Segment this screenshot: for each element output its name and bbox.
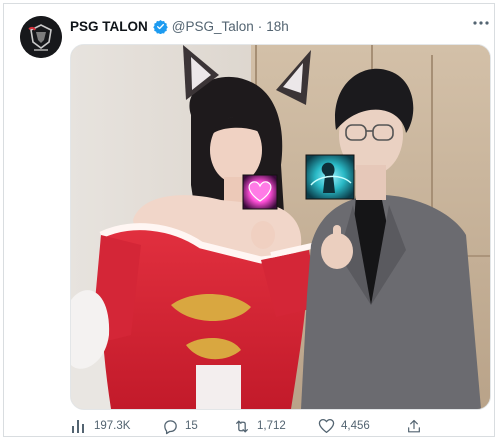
tweet-timestamp[interactable]: 18h <box>266 19 289 34</box>
champion-emote-icon <box>305 154 355 200</box>
views-count: 197.3K <box>94 420 131 432</box>
like-button[interactable]: 4,456 <box>317 416 370 436</box>
reply-count: 15 <box>185 420 198 432</box>
reply-icon <box>161 417 179 435</box>
author-handle[interactable]: @PSG_Talon <box>172 19 254 34</box>
share-button[interactable] <box>405 416 429 436</box>
header-separator: · <box>257 18 263 34</box>
like-count: 4,456 <box>341 420 370 432</box>
views-button[interactable]: 197.3K <box>70 416 130 436</box>
heart-icon <box>317 417 335 435</box>
verified-badge-icon <box>153 19 168 34</box>
photo-illustration <box>71 45 490 409</box>
share-icon <box>405 417 423 435</box>
retweet-button[interactable]: 1,712 <box>233 416 286 436</box>
analytics-icon <box>70 417 88 435</box>
heart-emote-icon <box>242 174 278 210</box>
reply-button[interactable]: 15 <box>161 416 198 436</box>
tweet-actions: 197.3K 15 1,712 4,456 <box>70 416 490 436</box>
retweet-icon <box>233 417 251 435</box>
psg-talon-logo-icon <box>20 16 62 58</box>
author-avatar[interactable] <box>20 16 62 58</box>
tweet-header: PSG TALON @PSG_Talon · 18h <box>70 17 289 35</box>
tweet-photo[interactable] <box>70 44 491 410</box>
author-name[interactable]: PSG TALON <box>70 19 148 34</box>
retweet-count: 1,712 <box>257 420 286 432</box>
more-dots-icon[interactable] <box>470 15 492 31</box>
tweet-card: PSG TALON @PSG_Talon · 18h 197.3K 15 1,7… <box>3 3 495 437</box>
